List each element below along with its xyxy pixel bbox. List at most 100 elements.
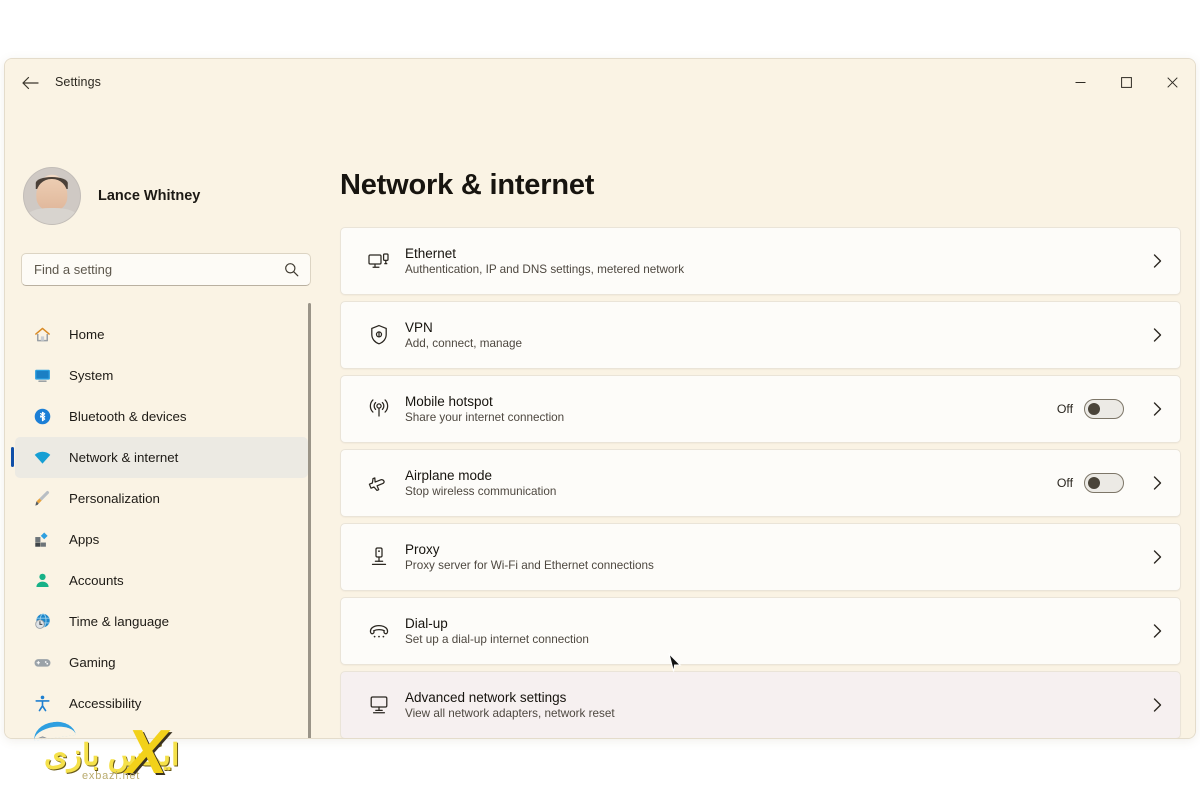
home-icon xyxy=(31,324,53,346)
chevron-right-icon[interactable] xyxy=(1148,254,1166,268)
row-subtitle: Stop wireless communication xyxy=(405,485,557,498)
row-title: Mobile hotspot xyxy=(405,394,493,409)
sidebar-item-personalization[interactable]: Personalization xyxy=(15,478,308,519)
sidebar-item-bluetooth-devices[interactable]: Bluetooth & devices xyxy=(15,396,308,437)
sidebar-item-home[interactable]: Home xyxy=(15,314,308,355)
airplane-mode-toggle[interactable] xyxy=(1084,473,1124,493)
row-text: VPN Add, connect, manage xyxy=(405,320,1148,350)
settings-row-ethernet[interactable]: Ethernet Authentication, IP and DNS sett… xyxy=(340,227,1181,295)
row-actions xyxy=(1148,328,1166,342)
settings-row-vpn[interactable]: VPN Add, connect, manage xyxy=(340,301,1181,369)
vpn-shield-icon xyxy=(357,323,401,347)
row-text: Proxy Proxy server for Wi-Fi and Etherne… xyxy=(405,542,1148,572)
search-input[interactable] xyxy=(22,262,284,277)
profile-block[interactable]: Lance Whitney xyxy=(23,167,200,225)
row-subtitle: Authentication, IP and DNS settings, met… xyxy=(405,263,685,276)
sidebar-item-time-language[interactable]: Time & language xyxy=(15,601,308,642)
toggle-state-label: Off xyxy=(1056,402,1073,416)
proxy-icon xyxy=(357,545,401,569)
chevron-right-icon[interactable] xyxy=(1148,328,1166,342)
sidebar-scrollbar[interactable] xyxy=(308,303,311,738)
sidebar-item-label: Network & internet xyxy=(69,450,179,465)
page-title: Network & internet xyxy=(340,169,595,201)
row-text: Airplane mode Stop wireless communicatio… xyxy=(405,468,1057,498)
row-actions: Off xyxy=(1057,473,1166,493)
row-subtitle: Add, connect, manage xyxy=(405,337,522,350)
chevron-right-icon[interactable] xyxy=(1148,402,1166,416)
sidebar-item-label: Personalization xyxy=(69,491,160,506)
sidebar-item-apps[interactable]: Apps xyxy=(15,519,308,560)
sidebar: Lance Whitney Find a setting Home System… xyxy=(5,105,316,738)
row-subtitle: Proxy server for Wi-Fi and Ethernet conn… xyxy=(405,559,654,572)
sidebar-item-network-internet[interactable]: Network & internet xyxy=(11,437,308,478)
row-text: Mobile hotspot Share your internet conne… xyxy=(405,394,1057,424)
chevron-right-icon[interactable] xyxy=(1148,698,1166,712)
sidebar-item-system[interactable]: System xyxy=(15,355,308,396)
minimize-button[interactable] xyxy=(1057,59,1103,105)
toggle-state-label: Off xyxy=(1056,476,1073,490)
close-icon xyxy=(1166,76,1178,88)
content-area: Network & internet Ethernet Authenticati… xyxy=(316,105,1195,738)
row-title: VPN xyxy=(405,320,433,335)
row-title: Dial-up xyxy=(405,616,448,631)
row-actions xyxy=(1148,698,1166,712)
dialup-phone-icon xyxy=(357,619,401,643)
chevron-right-icon[interactable] xyxy=(1148,624,1166,638)
search-box[interactable] xyxy=(21,253,311,286)
sidebar-item-label: Apps xyxy=(69,532,100,547)
window-controls xyxy=(1057,59,1195,105)
chevron-right-icon[interactable] xyxy=(1148,550,1166,564)
row-title: Ethernet xyxy=(405,246,457,261)
row-subtitle: Set up a dial-up internet connection xyxy=(405,633,589,646)
sidebar-item-label: Accessibility xyxy=(69,696,142,711)
back-button[interactable] xyxy=(15,69,45,97)
row-title: Proxy xyxy=(405,542,440,557)
apps-icon xyxy=(31,529,53,551)
settings-row-mobile-hotspot[interactable]: Mobile hotspot Share your internet conne… xyxy=(340,375,1181,443)
sidebar-nav: Home System Bluetooth & devices Network … xyxy=(5,314,316,738)
settings-row-dial-up[interactable]: Dial-up Set up a dial-up internet connec… xyxy=(340,597,1181,665)
ethernet-icon xyxy=(357,249,401,273)
clock-globe-icon xyxy=(31,611,53,633)
screen: Settings Lance Whitney Find a setting Ho… xyxy=(0,0,1200,800)
settings-row-proxy[interactable]: Proxy Proxy server for Wi-Fi and Etherne… xyxy=(340,523,1181,591)
settings-list: Ethernet Authentication, IP and DNS sett… xyxy=(340,227,1181,738)
row-text: Ethernet Authentication, IP and DNS sett… xyxy=(405,246,1148,276)
row-title: Airplane mode xyxy=(405,468,493,483)
watermark-site: exbazi.net xyxy=(82,770,141,782)
sidebar-item-label: Time & language xyxy=(69,614,170,629)
sidebar-item-label: System xyxy=(69,368,114,383)
mobile-hotspot-toggle[interactable] xyxy=(1084,399,1124,419)
row-actions xyxy=(1148,550,1166,564)
watermark: ایکس بازی X exbazi.net xyxy=(8,716,238,796)
settings-row-advanced-network-settings[interactable]: Advanced network settings View all netwo… xyxy=(340,671,1181,738)
row-title: Advanced network settings xyxy=(405,690,567,705)
sidebar-item-gaming[interactable]: Gaming xyxy=(15,642,308,683)
settings-window: Settings Lance Whitney Find a setting Ho… xyxy=(4,58,1196,739)
paintbrush-icon xyxy=(31,488,53,510)
maximize-button[interactable] xyxy=(1103,59,1149,105)
settings-row-airplane-mode[interactable]: Airplane mode Stop wireless communicatio… xyxy=(340,449,1181,517)
row-text: Advanced network settings View all netwo… xyxy=(405,690,1148,720)
sidebar-item-accounts[interactable]: Accounts xyxy=(15,560,308,601)
row-text: Dial-up Set up a dial-up internet connec… xyxy=(405,616,1148,646)
wifi-icon xyxy=(31,447,53,469)
sidebar-item-label: Accounts xyxy=(69,573,124,588)
close-button[interactable] xyxy=(1149,59,1195,105)
window-title: Settings xyxy=(55,75,101,89)
chevron-right-icon[interactable] xyxy=(1148,476,1166,490)
sidebar-item-label: Gaming xyxy=(69,655,116,670)
minimize-icon xyxy=(1075,81,1085,83)
display-icon xyxy=(31,365,53,387)
accessibility-icon xyxy=(31,693,53,715)
sidebar-item-label: Home xyxy=(69,327,105,342)
hotspot-icon xyxy=(357,397,401,421)
advanced-network-icon xyxy=(357,693,401,717)
row-subtitle: Share your internet connection xyxy=(405,411,565,424)
profile-name: Lance Whitney xyxy=(98,188,201,204)
avatar xyxy=(23,167,81,225)
gamepad-icon xyxy=(31,652,53,674)
bluetooth-icon xyxy=(31,406,53,428)
mouse-cursor xyxy=(668,652,683,679)
row-subtitle: View all network adapters, network reset xyxy=(405,707,615,720)
